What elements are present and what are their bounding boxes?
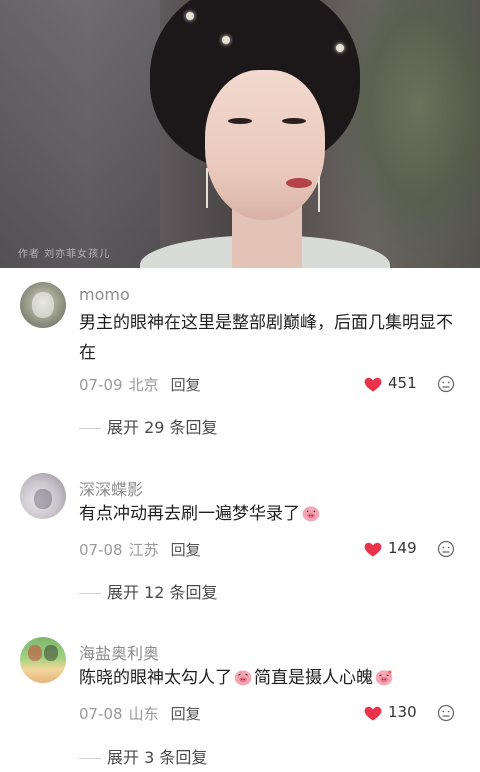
expand-replies-label: 展开 3 条回复 xyxy=(107,748,208,767)
comment-text-body: 有点冲动再去刷一遍梦华录了 xyxy=(79,504,300,524)
dislike-face-icon[interactable] xyxy=(437,375,455,393)
comment-date: 07-09 xyxy=(79,376,123,394)
expand-replies-label: 展开 29 条回复 xyxy=(107,418,218,437)
expand-replies-label: 展开 12 条回复 xyxy=(107,583,218,602)
comment-text[interactable]: 有点冲动再去刷一遍梦华录了 xyxy=(79,499,459,529)
username[interactable]: momo xyxy=(79,285,130,304)
heart-icon[interactable] xyxy=(363,703,383,723)
earring xyxy=(318,176,320,212)
background-window xyxy=(0,0,160,268)
hair-ornament xyxy=(336,44,344,52)
heart-icon[interactable] xyxy=(363,539,383,559)
like-count: 451 xyxy=(388,374,417,392)
heart-icon[interactable] xyxy=(363,374,383,394)
watermark-text: 作者 刘亦菲女孩儿 xyxy=(18,249,111,260)
comment-location: 山东 xyxy=(128,705,159,723)
avatar[interactable] xyxy=(20,637,66,683)
divider-line xyxy=(79,758,101,759)
expand-replies-button[interactable]: 展开 29 条回复 xyxy=(79,414,218,438)
divider-line xyxy=(79,428,101,429)
right-eye xyxy=(282,118,306,124)
face xyxy=(205,70,325,220)
comment-location: 江苏 xyxy=(128,541,159,559)
pig-emoji-icon xyxy=(302,506,320,522)
reply-button[interactable]: 回复 xyxy=(171,541,201,559)
pig-emoji-icon xyxy=(234,670,252,686)
comment-meta: 07-08 江苏 回复 xyxy=(79,539,201,560)
pig-emoji-icon xyxy=(375,670,393,686)
comment-text-part: 陈晓的眼神太勾人了 xyxy=(79,668,232,688)
like-count: 130 xyxy=(388,703,417,721)
hair-ornament xyxy=(222,36,230,44)
video-cover-image[interactable]: 作者 刘亦菲女孩儿 xyxy=(0,0,480,268)
avatar[interactable] xyxy=(20,473,66,519)
comment-text[interactable]: 陈晓的眼神太勾人了 简直是摄人心魄 xyxy=(79,663,459,693)
expand-replies-button[interactable]: 展开 3 条回复 xyxy=(79,744,207,768)
like-count: 149 xyxy=(388,539,417,557)
divider-line xyxy=(79,593,101,594)
avatar[interactable] xyxy=(20,282,66,328)
lips xyxy=(286,178,312,188)
username[interactable]: 海盐奥利奥 xyxy=(79,640,159,664)
username[interactable]: 深深蝶影 xyxy=(79,476,143,500)
comment-date: 07-08 xyxy=(79,705,123,723)
reply-button[interactable]: 回复 xyxy=(171,376,201,394)
comment-text[interactable]: 男主的眼神在这里是整部剧巅峰，后面几集明显不在 xyxy=(79,308,459,368)
expand-replies-button[interactable]: 展开 12 条回复 xyxy=(79,579,218,603)
reply-button[interactable]: 回复 xyxy=(171,705,201,723)
hair-ornament xyxy=(186,12,194,20)
left-eye xyxy=(228,118,252,124)
comment-meta: 07-08 山东 回复 xyxy=(79,703,201,724)
dislike-face-icon[interactable] xyxy=(437,704,455,722)
dislike-face-icon[interactable] xyxy=(437,540,455,558)
comment-date: 07-08 xyxy=(79,541,123,559)
comment-location: 北京 xyxy=(128,376,159,394)
earring xyxy=(206,168,208,208)
comment-meta: 07-09 北京 回复 xyxy=(79,374,201,395)
comment-text-part: 简直是摄人心魄 xyxy=(254,668,373,688)
